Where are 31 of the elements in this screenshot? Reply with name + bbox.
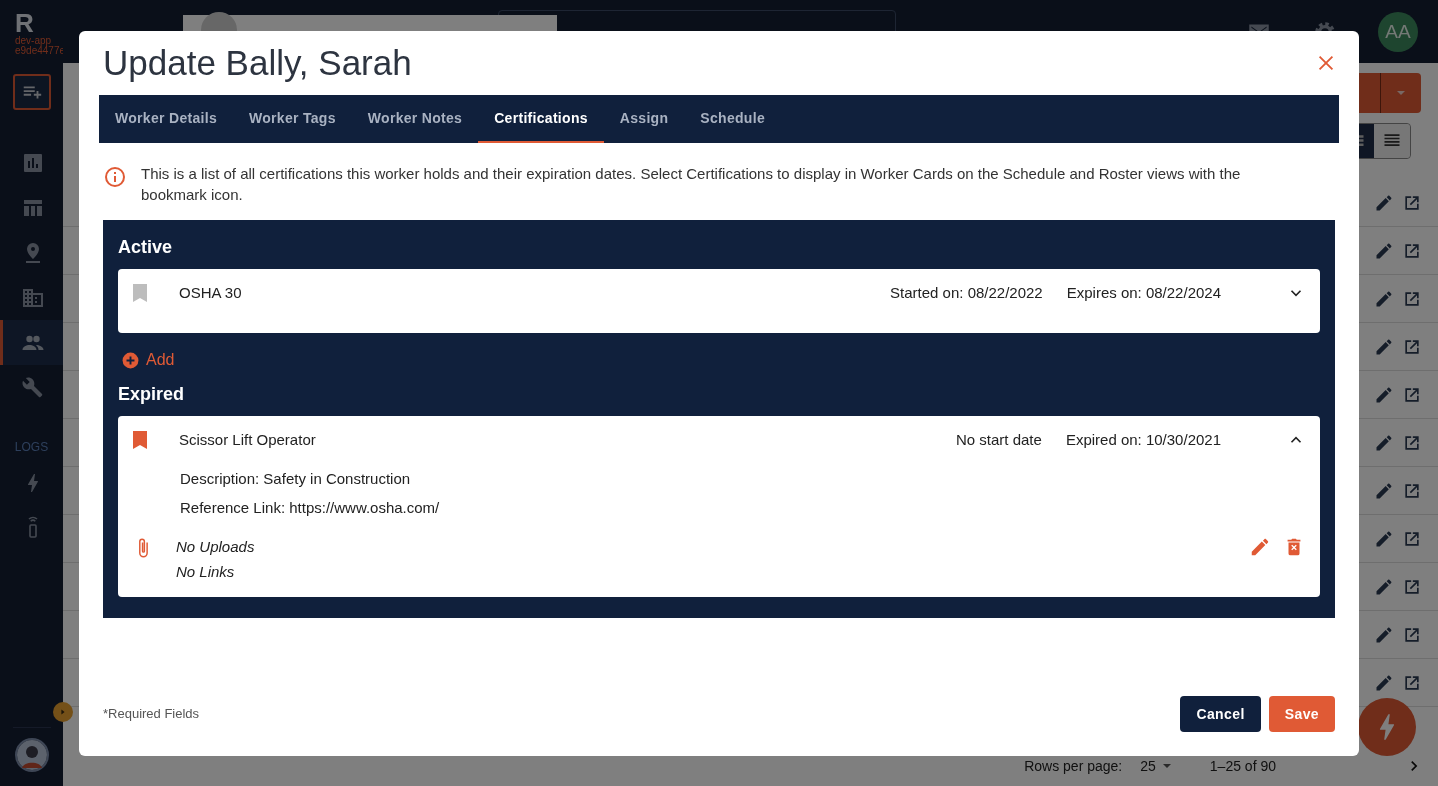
tab[interactable]: Certifications	[478, 94, 604, 143]
app-logo[interactable]: R	[15, 10, 63, 36]
add-button[interactable]: Add	[121, 350, 175, 370]
tab[interactable]: Assign	[603, 94, 685, 143]
expiry-date: Expires on: 08/22/2024	[1066, 284, 1221, 301]
uploads-text: No Uploads	[176, 536, 255, 557]
start-date: No start date	[956, 431, 1042, 448]
cancel-button[interactable]: Cancel	[1180, 695, 1261, 732]
expiry-date: Expired on: 10/30/2021	[1065, 431, 1221, 448]
tab[interactable]: Worker Notes	[351, 94, 479, 143]
save-button[interactable]: Save	[1268, 695, 1335, 732]
tab[interactable]: Worker Details	[99, 94, 233, 143]
description-text: Description: Safety in Construction	[180, 468, 412, 489]
section-heading: Active	[118, 236, 174, 258]
dialog-title: Update Bally, Sarah	[103, 42, 413, 83]
environment-label: dev-app	[15, 36, 52, 46]
section-heading: Expired	[118, 383, 186, 405]
section-label: LOGS	[14, 440, 49, 454]
reference-link-text: Reference Link: https://www.osha.com/	[180, 497, 441, 518]
required-fields-note: *Required Fields	[103, 706, 200, 721]
build-label: e9de4477e	[15, 46, 63, 56]
tab[interactable]: Worker Tags	[233, 94, 352, 143]
links-text: No Links	[176, 561, 236, 582]
certification-name: Scissor Lift Operator	[179, 431, 316, 448]
start-date: Started on: 08/22/2022	[890, 284, 1043, 301]
rows-per-page-label: Rows per page:	[1024, 758, 1123, 774]
tab[interactable]: Schedule	[684, 94, 781, 143]
page-range: 1–25 of 90	[1209, 758, 1276, 774]
info-text: This is a list of all certifications this worker holds and their expiration dates. Select Certifications to display in Worker Cards on the Schedule and Roster views with the bookmark icon.	[141, 163, 1242, 205]
rows-per-page-select[interactable]: 25	[1140, 758, 1172, 774]
certification-name: OSHA 30	[179, 284, 242, 301]
